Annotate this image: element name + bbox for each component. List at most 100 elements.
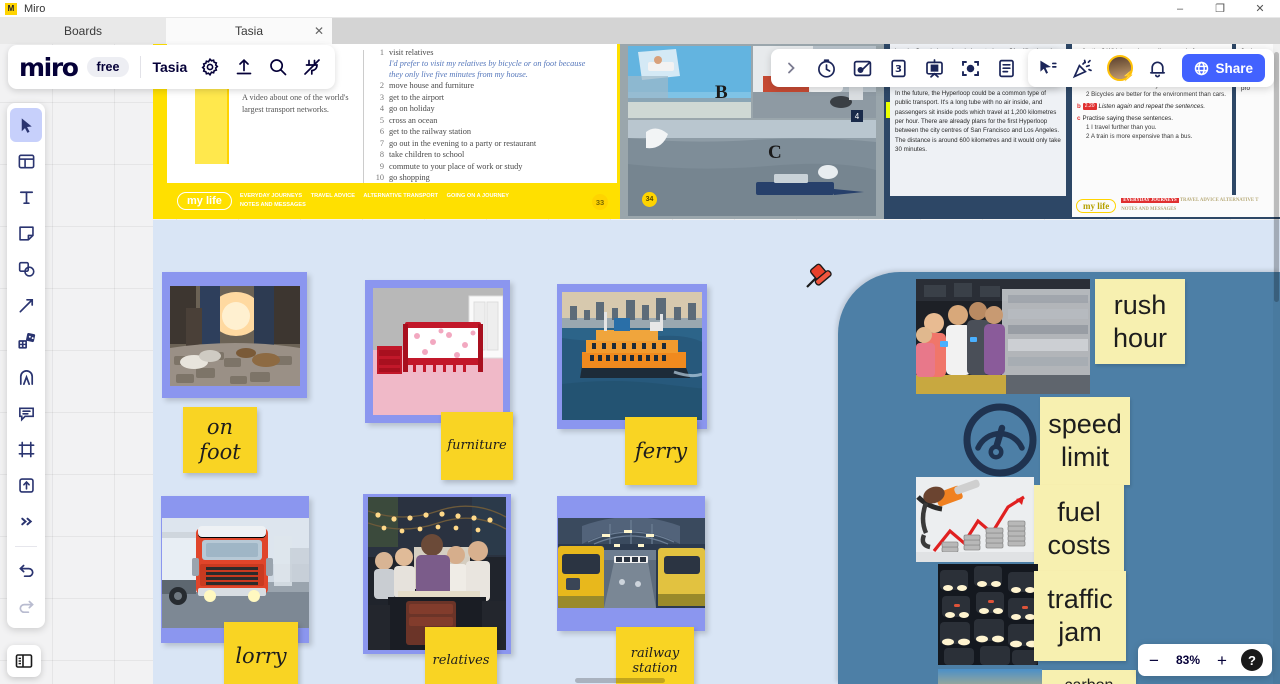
list-item-number: 1: [379, 48, 384, 57]
presentation-icon[interactable]: [924, 58, 945, 79]
select-tool[interactable]: [10, 108, 42, 142]
vertical-scrollbar-track[interactable]: [1273, 44, 1280, 684]
list-item-text: commute to your place of work or study: [389, 161, 523, 171]
sticky-note-rush-hour[interactable]: rush hour: [1095, 279, 1185, 364]
celebrate-icon[interactable]: [1072, 58, 1093, 79]
share-button-label: Share: [1215, 60, 1253, 76]
image-frame-lorry[interactable]: [161, 496, 309, 643]
screen-share-icon[interactable]: [852, 58, 873, 79]
plan-badge[interactable]: free: [86, 57, 130, 77]
upload-tool[interactable]: [10, 468, 42, 502]
vertical-scrollbar-thumb[interactable]: [1274, 52, 1279, 302]
templates-tool[interactable]: [10, 144, 42, 178]
apps-icon[interactable]: [302, 57, 322, 77]
blue-panel-frame[interactable]: rush hour speed limit fuel costs traffic…: [838, 272, 1280, 684]
upload-icon[interactable]: [234, 57, 254, 77]
expand-chevron-icon[interactable]: [780, 58, 801, 79]
list-item-text: go on holiday: [389, 104, 435, 114]
exercise-sub: 2 A train is more expensive than a bus.: [1086, 133, 1193, 141]
pen-tool[interactable]: [10, 360, 42, 394]
cursor-share-icon[interactable]: [1037, 58, 1058, 79]
redo-button[interactable]: [10, 589, 42, 623]
apps-tool[interactable]: [10, 324, 42, 358]
text-tool[interactable]: [10, 180, 42, 214]
miro-logo[interactable]: miro: [19, 53, 79, 82]
comment-tool[interactable]: [10, 396, 42, 430]
image-frame-furniture[interactable]: [365, 280, 510, 423]
crumb: GOING ON A JOURNEY: [446, 192, 510, 199]
sticky-note-speed-limit[interactable]: speed limit: [1040, 397, 1130, 485]
voting-icon[interactable]: 3: [888, 58, 909, 79]
image-railway-station: [558, 518, 705, 608]
zoom-in-button[interactable]: +: [1215, 652, 1229, 669]
help-button[interactable]: ?: [1241, 649, 1263, 671]
crumb: TRAVEL ADVICE: [310, 192, 356, 199]
list-item: 4 go on holiday: [371, 104, 620, 115]
miro-app-icon: M: [5, 2, 17, 15]
shapes-tool[interactable]: [10, 252, 42, 286]
pushpin-icon[interactable]: [802, 262, 832, 292]
sticky-note-on-foot[interactable]: on foot: [183, 407, 257, 473]
image-rush-hour: [916, 279, 1090, 394]
maximize-button[interactable]: ❐: [1200, 0, 1240, 18]
textbook-paragraph-2: In the future, the Hyperloop could be a …: [895, 90, 1061, 153]
minimize-button[interactable]: –: [1160, 0, 1200, 18]
center-toolbar: 3: [771, 49, 1062, 87]
list-item: 7 go out in the evening to a party or re…: [371, 139, 620, 150]
window-title: Miro: [24, 2, 46, 15]
close-window-button[interactable]: ✕: [1240, 0, 1280, 18]
list-item-text: visit relatives: [389, 48, 434, 57]
list-item-number: 6: [379, 127, 384, 137]
crumb: NOTES AND MESSAGES: [1121, 207, 1177, 212]
list-item-number: 9: [379, 161, 384, 171]
image-frame-railway-station[interactable]: [557, 496, 705, 631]
image-frame-on-foot[interactable]: [162, 272, 307, 398]
close-icon[interactable]: ✕: [314, 25, 324, 37]
sticky-note-furniture[interactable]: furniture: [441, 412, 513, 480]
board-canvas[interactable]: 28 The end of the road A video about one…: [0, 44, 1280, 684]
spotlight-icon[interactable]: [960, 58, 981, 79]
notes-icon[interactable]: [996, 58, 1017, 79]
textbook-photo-label-b: B: [715, 82, 728, 103]
sticky-note-carbon-emissions[interactable]: carbon emissions: [1042, 670, 1136, 684]
sticky-note-relatives[interactable]: relatives: [425, 627, 497, 684]
settings-icon[interactable]: [200, 57, 220, 77]
textbook-brand-badge: my life: [1076, 199, 1117, 213]
horizontal-scrollbar[interactable]: [575, 678, 665, 683]
exercise-letter: b: [1077, 102, 1081, 110]
header-divider: [140, 56, 142, 78]
svg-text:3: 3: [895, 64, 902, 75]
undo-button[interactable]: [10, 553, 42, 587]
connector-tool[interactable]: [10, 288, 42, 322]
frame-tool[interactable]: [10, 432, 42, 466]
sticky-note-fuel-costs[interactable]: fuel costs: [1034, 485, 1124, 573]
list-item-text: move house and furniture: [389, 81, 475, 91]
sticky-note-tool[interactable]: [10, 216, 42, 250]
search-icon[interactable]: [268, 57, 288, 77]
lightning-bolt-icon: ⚡: [1122, 71, 1135, 82]
textbook-footer-crumbs: EVERYDAY JOURNEYS TRAVEL ADVICE ALTERNAT…: [240, 192, 516, 211]
list-item-text: get to the railway station: [389, 127, 472, 137]
tab-tasia[interactable]: Tasia ✕: [166, 18, 332, 44]
sticky-note-railway-station[interactable]: railway station: [616, 627, 694, 684]
timer-icon[interactable]: [816, 58, 837, 79]
exercise-sub: 1 I travel further than you.: [1086, 124, 1157, 132]
board-name-label[interactable]: Tasia: [152, 59, 187, 75]
panel-toggle-button[interactable]: [7, 645, 41, 677]
sticky-note-ferry[interactable]: ferry: [625, 417, 697, 485]
textbook-photo-c: [628, 120, 876, 216]
more-tools[interactable]: [10, 504, 42, 538]
zoom-level-label[interactable]: 83%: [1173, 653, 1203, 667]
zoom-out-button[interactable]: −: [1147, 652, 1161, 669]
exercise-sub: 2 Bicycles are better for the environmen…: [1086, 91, 1226, 99]
notifications-icon[interactable]: [1147, 58, 1168, 79]
list-item: 6 get to the railway station: [371, 127, 620, 138]
textbook-photo-b: [628, 46, 751, 118]
sticky-note-traffic-jam[interactable]: traffic jam: [1034, 571, 1126, 661]
list-item: 8 take children to school: [371, 150, 620, 161]
avatar[interactable]: ⚡: [1107, 55, 1135, 82]
image-frame-ferry[interactable]: [557, 284, 707, 429]
share-button[interactable]: Share: [1182, 54, 1265, 82]
sticky-note-lorry[interactable]: lorry: [224, 622, 298, 684]
tab-boards[interactable]: Boards: [0, 18, 166, 44]
